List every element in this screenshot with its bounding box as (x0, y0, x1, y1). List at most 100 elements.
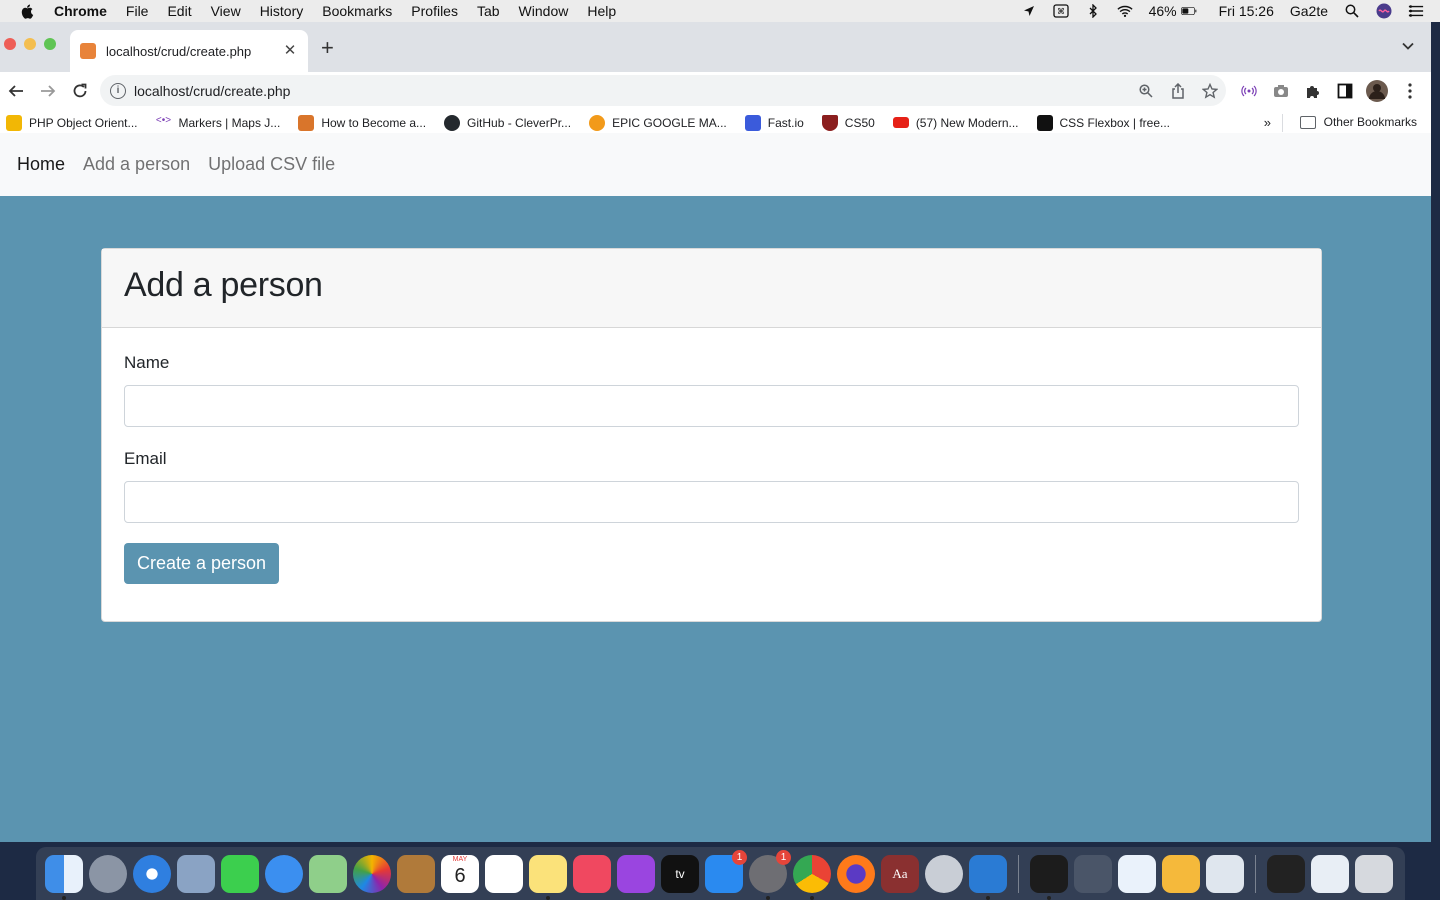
bookmark-item[interactable]: (57) New Modern... (892, 116, 1019, 130)
menu-edit[interactable]: Edit (167, 3, 191, 19)
bookmark-label: Fast.io (767, 115, 804, 130)
trash-icon[interactable] (1355, 854, 1393, 893)
extensions-puzzle-icon[interactable] (1301, 79, 1325, 103)
menu-bar-user[interactable]: Ga2te (1290, 3, 1328, 19)
email-input[interactable] (124, 481, 1299, 523)
maps-icon[interactable] (309, 854, 347, 893)
apple-tv-icon[interactable]: tv (661, 854, 699, 893)
menu-window[interactable]: Window (519, 3, 569, 19)
launch-rocket-icon[interactable] (1074, 854, 1112, 893)
name-input[interactable] (124, 385, 1299, 427)
menu-profiles[interactable]: Profiles (411, 3, 458, 19)
bookmark-star-icon[interactable] (1194, 77, 1226, 105)
email-label: Email (124, 449, 167, 468)
safari-icon[interactable] (133, 854, 171, 893)
zoom-icon[interactable] (1130, 77, 1162, 105)
nav-link-home[interactable]: Home (17, 154, 65, 175)
menu-view[interactable]: View (211, 3, 241, 19)
preview-image-icon[interactable] (1206, 854, 1244, 893)
spotlight-search-icon[interactable] (1344, 3, 1360, 19)
minimize-window-button[interactable] (24, 38, 36, 50)
tab-search-chevron-icon[interactable] (1401, 39, 1415, 53)
finder-icon[interactable] (45, 854, 83, 900)
bookmark-item[interactable]: CS50 (821, 114, 875, 131)
page-title: Add a person (124, 266, 323, 304)
site-info-icon[interactable]: i (110, 82, 126, 99)
create-person-button[interactable]: Create a person (124, 543, 279, 584)
bookmark-item[interactable]: GitHub - CleverPr... (444, 114, 571, 131)
address-bar[interactable]: i localhost/crud/create.php (100, 75, 1226, 106)
close-window-button[interactable] (4, 38, 16, 50)
share-icon[interactable] (1162, 77, 1194, 105)
wifi-icon[interactable] (1116, 3, 1133, 19)
side-panel-icon[interactable] (1333, 79, 1357, 103)
bookmarks-divider (1282, 114, 1283, 132)
siri-icon[interactable] (1376, 3, 1392, 19)
preview-icon[interactable] (177, 854, 215, 893)
keyboard-shortcut-icon[interactable]: ⌘ (1052, 3, 1069, 19)
bookmark-favicon-icon (298, 114, 315, 131)
bookmark-item[interactable]: Fast.io (744, 114, 804, 131)
menu-history[interactable]: History (260, 3, 304, 19)
bookmark-label: EPIC GOOGLE MA... (612, 115, 727, 130)
messages-icon[interactable] (265, 854, 303, 893)
contacts-icon[interactable] (397, 854, 435, 893)
menu-bar-clock[interactable]: Fri 15:26 (1219, 3, 1274, 19)
calendar-icon[interactable]: MAY 6 (441, 854, 479, 893)
address-bar-url[interactable]: localhost/crud/create.php (134, 83, 1130, 99)
broadcast-extension-icon[interactable] (1237, 79, 1261, 103)
macos-dock: MAY 6 tv 1 1 Aa (36, 847, 1405, 900)
bookmark-item[interactable]: CSS Flexbox | free... (1036, 114, 1170, 131)
maximize-window-button[interactable] (44, 38, 56, 50)
calendar-month: MAY (452, 855, 468, 863)
bookmark-item[interactable]: <•> Markers | Maps J... (155, 114, 280, 131)
vscode-icon[interactable] (969, 854, 1007, 900)
bluetooth-icon[interactable] (1085, 3, 1101, 19)
terminal-icon[interactable] (1030, 854, 1068, 900)
reload-icon[interactable] (64, 75, 96, 107)
menu-app-chrome[interactable]: Chrome (54, 3, 107, 19)
app-store-icon[interactable]: 1 (705, 849, 747, 893)
tab-strip: localhost/crud/create.php ✕ + (0, 22, 1431, 72)
keynote-icon[interactable] (1118, 854, 1156, 893)
system-preferences-icon[interactable]: 1 (749, 849, 791, 900)
nav-link-upload-csv[interactable]: Upload CSV file (208, 154, 335, 175)
close-tab-icon[interactable]: ✕ (282, 43, 298, 59)
screenshot-extension-icon[interactable] (1269, 79, 1293, 103)
location-arrow-icon[interactable] (1021, 3, 1037, 19)
chrome-menu-icon[interactable] (1398, 79, 1422, 103)
facetime-icon[interactable] (221, 854, 259, 893)
xampp-manager-icon[interactable] (925, 854, 963, 893)
bookmark-item[interactable]: PHP Object Orient... (6, 114, 138, 131)
firefox-icon[interactable] (837, 854, 875, 893)
other-bookmarks-folder[interactable]: Other Bookmarks (1299, 115, 1417, 129)
launchpad-icon[interactable] (89, 854, 127, 893)
minimized-window-icon[interactable] (1267, 854, 1305, 893)
active-tab[interactable]: localhost/crud/create.php ✕ (70, 30, 308, 72)
menu-help[interactable]: Help (587, 3, 616, 19)
more-bookmarks-chevron[interactable]: » (1264, 115, 1271, 130)
notes-icon[interactable] (529, 854, 567, 900)
pages-icon[interactable] (1162, 854, 1200, 893)
photos-icon[interactable] (353, 854, 391, 893)
name-form-group: Name (124, 353, 1299, 427)
back-arrow-icon[interactable] (0, 75, 32, 107)
chrome-icon[interactable] (793, 854, 831, 900)
music-icon[interactable] (573, 854, 611, 893)
apple-menu-icon[interactable] (20, 3, 36, 19)
dictionary-icon[interactable]: Aa (881, 854, 919, 893)
battery-icon[interactable] (1180, 3, 1197, 19)
forward-arrow-icon[interactable] (32, 75, 64, 107)
bookmark-item[interactable]: EPIC GOOGLE MA... (589, 114, 727, 131)
menu-tab[interactable]: Tab (477, 3, 500, 19)
menu-file[interactable]: File (126, 3, 149, 19)
reminders-icon[interactable] (485, 854, 523, 893)
downloads-stack-icon[interactable] (1311, 854, 1349, 893)
nav-link-add-person[interactable]: Add a person (83, 154, 190, 175)
podcasts-icon[interactable] (617, 854, 655, 893)
control-center-icon[interactable] (1408, 3, 1424, 19)
menu-bookmarks[interactable]: Bookmarks (322, 3, 392, 19)
profile-avatar[interactable] (1365, 79, 1389, 103)
bookmark-item[interactable]: How to Become a... (298, 114, 426, 131)
new-tab-icon[interactable]: + (321, 37, 334, 59)
